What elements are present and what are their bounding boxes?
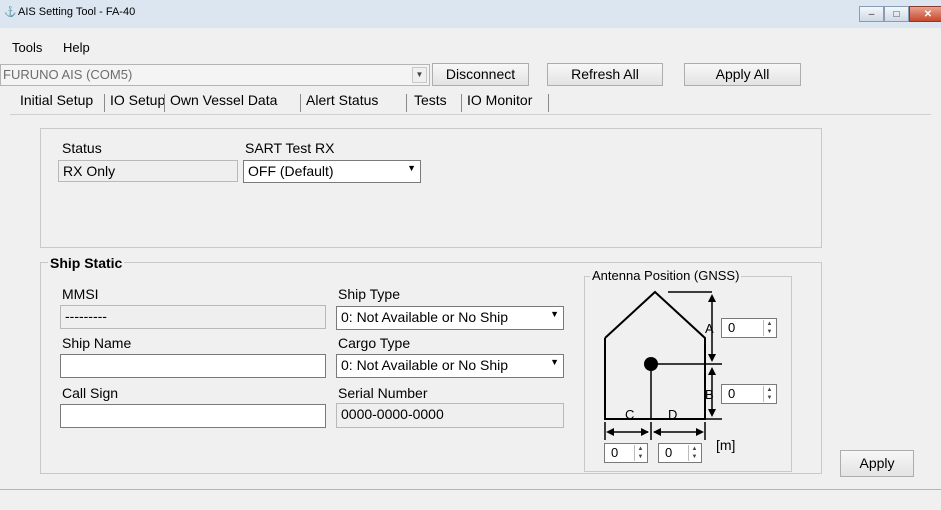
spinner-arrows-icon[interactable]: ▲ ▼: [688, 445, 700, 461]
title-bar: [0, 0, 941, 28]
antenna-b-spinner[interactable]: 0 ▲ ▼: [721, 384, 777, 404]
tab-initial-setup[interactable]: Initial Setup: [20, 92, 93, 108]
antenna-c-value: 0: [611, 445, 619, 460]
chevron-down-icon: ▼: [550, 309, 559, 319]
ship-name-label: Ship Name: [62, 335, 132, 351]
mmsi-field: ---------: [60, 305, 326, 329]
ship-name-input[interactable]: [60, 354, 326, 378]
antenna-a-label: A: [705, 321, 714, 336]
antenna-d-spinner[interactable]: 0 ▲ ▼: [658, 443, 702, 463]
tab-divider: [461, 94, 462, 112]
antenna-a-value: 0: [728, 320, 736, 335]
window-title: AIS Setting Tool - FA-40: [18, 6, 136, 18]
menu-help[interactable]: Help: [63, 40, 90, 55]
tab-divider: [300, 94, 301, 112]
chevron-down-icon: ▼: [550, 357, 559, 367]
refresh-all-button[interactable]: Refresh All: [547, 63, 663, 86]
mmsi-label: MMSI: [62, 286, 99, 302]
tab-content-border: [10, 114, 931, 115]
tab-io-monitor[interactable]: IO Monitor: [467, 92, 532, 108]
menu-tools[interactable]: Tools: [12, 40, 42, 55]
antenna-b-label: B: [705, 387, 714, 402]
apply-all-button[interactable]: Apply All: [684, 63, 801, 86]
apply-button[interactable]: Apply: [840, 450, 914, 477]
spinner-arrows-icon[interactable]: ▲ ▼: [763, 320, 775, 336]
status-panel: [40, 128, 822, 248]
antenna-c-spinner[interactable]: 0 ▲ ▼: [604, 443, 648, 463]
tab-divider: [164, 94, 165, 112]
spinner-arrows-icon[interactable]: ▲ ▼: [634, 445, 646, 461]
tab-divider: [104, 94, 105, 112]
minimize-icon[interactable]: –: [859, 6, 884, 22]
status-bar: [0, 489, 941, 510]
antenna-c-label: C: [625, 407, 635, 422]
ship-type-value: 0: Not Available or No Ship: [341, 309, 509, 325]
tab-own-vessel-data[interactable]: Own Vessel Data: [170, 92, 277, 108]
call-sign-label: Call Sign: [62, 385, 119, 401]
ship-type-label: Ship Type: [338, 286, 401, 302]
spinner-arrows-icon[interactable]: ▲ ▼: [763, 386, 775, 402]
disconnect-button[interactable]: Disconnect: [432, 63, 529, 86]
status-label: Status: [62, 140, 102, 156]
call-sign-input[interactable]: [60, 404, 326, 428]
device-select[interactable]: FURUNO AIS (COM5) ▼: [0, 64, 430, 86]
tab-io-setup[interactable]: IO Setup: [110, 92, 165, 108]
serial-number-field: 0000-0000-0000: [336, 403, 564, 428]
sart-test-value: OFF (Default): [248, 163, 334, 179]
chevron-down-icon: ▼: [407, 163, 416, 173]
antenna-position-title: Antenna Position (GNSS): [590, 268, 742, 283]
maximize-icon[interactable]: □: [884, 6, 909, 22]
app-icon: ⚓: [4, 7, 17, 18]
chevron-down-icon[interactable]: ▼: [412, 67, 427, 83]
antenna-unit: [m]: [716, 437, 736, 453]
serial-number-label: Serial Number: [338, 385, 428, 401]
tab-alert-status[interactable]: Alert Status: [306, 92, 378, 108]
close-icon[interactable]: ✕: [909, 6, 941, 22]
sart-test-select[interactable]: OFF (Default) ▼: [243, 160, 421, 183]
antenna-d-value: 0: [665, 445, 673, 460]
tab-divider: [406, 94, 407, 112]
antenna-a-spinner[interactable]: 0 ▲ ▼: [721, 318, 777, 338]
sart-test-label: SART Test RX: [245, 140, 335, 156]
cargo-type-label: Cargo Type: [338, 335, 411, 351]
tab-tests[interactable]: Tests: [414, 92, 447, 108]
window-controls: – □ ✕: [859, 6, 941, 23]
cargo-type-select[interactable]: 0: Not Available or No Ship ▼: [336, 354, 564, 378]
tab-divider: [548, 94, 549, 112]
device-select-value: FURUNO AIS (COM5): [3, 67, 133, 82]
ship-type-select[interactable]: 0: Not Available or No Ship ▼: [336, 306, 564, 330]
status-field: RX Only: [58, 160, 238, 182]
cargo-type-value: 0: Not Available or No Ship: [341, 357, 509, 373]
antenna-b-value: 0: [728, 386, 736, 401]
antenna-diagram: [604, 290, 722, 440]
ship-static-title: Ship Static: [48, 255, 125, 271]
antenna-d-label: D: [668, 407, 678, 422]
